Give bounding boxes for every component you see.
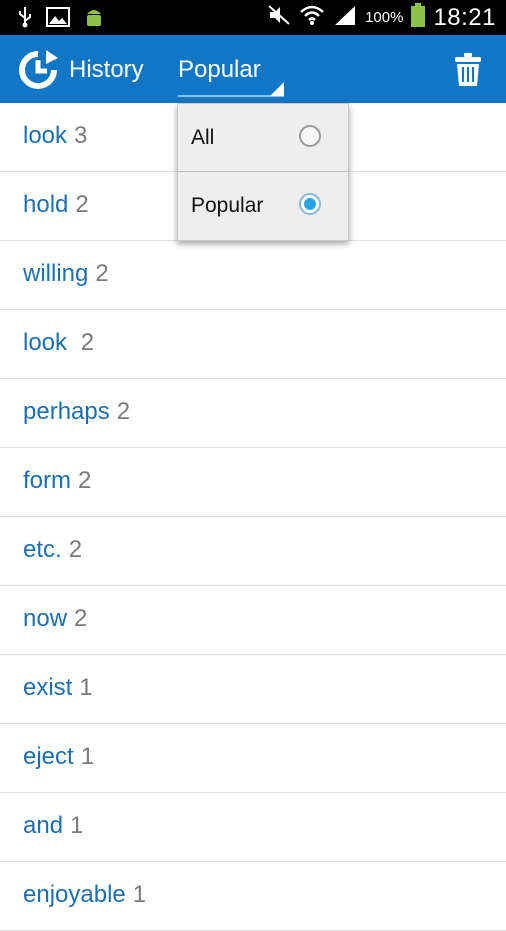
history-count: 1 — [70, 812, 84, 839]
history-word: now 2 — [23, 605, 87, 633]
status-bar: 100% 18:21 — [0, 0, 506, 35]
word-text: etc. — [23, 536, 62, 563]
image-icon — [46, 7, 70, 32]
history-icon[interactable] — [16, 48, 64, 92]
history-word: etc. 2 — [23, 536, 82, 564]
radio-button-popular[interactable] — [299, 193, 321, 215]
list-item[interactable]: enjoyable 1 — [0, 862, 506, 931]
list-item[interactable]: perhaps 2 — [0, 379, 506, 448]
word-text: form — [23, 467, 71, 494]
word-text: now — [23, 605, 68, 632]
battery-icon — [411, 3, 426, 32]
history-word: form 2 — [23, 467, 91, 495]
history-count: 2 — [95, 260, 109, 287]
dropdown-option-all[interactable]: All — [178, 104, 348, 171]
list-item[interactable]: exist 1 — [0, 655, 506, 724]
history-count: 1 — [79, 674, 93, 701]
history-count: 1 — [80, 743, 95, 770]
history-word: hold 2 — [23, 191, 89, 219]
history-count: 2 — [80, 329, 95, 356]
history-word: eject 1 — [23, 743, 94, 771]
history-word: look 2 — [23, 329, 94, 357]
list-item[interactable]: eject 1 — [0, 724, 506, 793]
history-count: 3 — [74, 122, 88, 149]
list-item[interactable]: look 2 — [0, 310, 506, 379]
filter-dropdown: All Popular — [177, 103, 349, 241]
word-text: willing — [23, 260, 89, 287]
history-word: enjoyable 1 — [23, 881, 146, 909]
status-right-icons: 100% 18:21 — [267, 3, 496, 32]
spinner-selected-label: Popular — [178, 56, 261, 83]
list-item[interactable]: and 1 — [0, 793, 506, 862]
word-text: perhaps — [23, 398, 110, 425]
history-count: 1 — [132, 881, 147, 908]
word-text: look — [23, 329, 74, 356]
history-count: 2 — [68, 536, 83, 563]
history-word: and 1 — [23, 812, 83, 840]
list-item[interactable]: form 2 — [0, 448, 506, 517]
spinner-underline — [178, 95, 284, 97]
history-count: 2 — [75, 191, 89, 218]
list-item[interactable]: now 2 — [0, 586, 506, 655]
history-count: 2 — [78, 467, 92, 494]
app-title: History — [69, 56, 144, 83]
word-text: and — [23, 812, 64, 839]
history-word: look 3 — [23, 122, 87, 150]
word-text: eject — [23, 743, 74, 770]
filter-spinner[interactable]: Popular — [178, 56, 284, 97]
action-bar: History Popular — [0, 35, 506, 103]
status-time: 18:21 — [433, 3, 496, 31]
trash-icon[interactable] — [455, 53, 481, 86]
list-item[interactable]: willing 2 — [0, 241, 506, 310]
dropdown-option-popular[interactable]: Popular — [178, 171, 348, 239]
battery-percent: 100% — [365, 9, 404, 26]
usb-icon — [18, 6, 32, 33]
history-word: exist 1 — [23, 674, 93, 702]
mute-icon — [267, 4, 291, 31]
option-label: All — [191, 126, 215, 149]
history-word: perhaps 2 — [23, 398, 130, 426]
android-icon — [84, 6, 104, 33]
history-count: 2 — [74, 605, 88, 632]
option-label: Popular — [191, 194, 264, 217]
history-word: willing 2 — [23, 260, 109, 288]
signal-icon — [333, 4, 357, 31]
list-item[interactable]: etc. 2 — [0, 517, 506, 586]
spinner-arrow-icon — [270, 82, 284, 96]
status-left-icons — [18, 6, 104, 33]
radio-button-all[interactable] — [299, 125, 321, 147]
word-text: enjoyable — [23, 881, 126, 908]
word-text: look — [23, 122, 68, 149]
wifi-icon — [299, 4, 325, 31]
history-count: 2 — [116, 398, 131, 425]
word-text: exist — [23, 674, 73, 701]
word-text: hold — [23, 191, 69, 218]
